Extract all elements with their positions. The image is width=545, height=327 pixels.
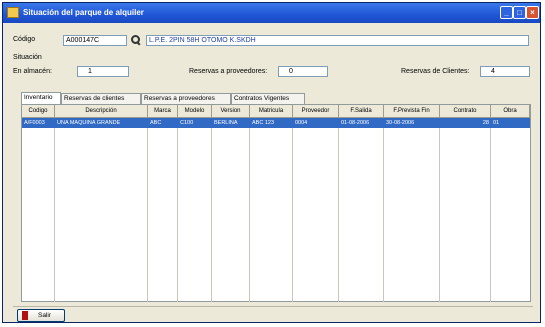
column-header-descripcion[interactable]: Descripción: [55, 105, 148, 118]
table-row[interactable]: A/F0003 UNA MAQUINA GRANDE ABC C100 BERL…: [22, 118, 530, 128]
column-header-marca[interactable]: Marca: [148, 105, 178, 118]
column-header-proveedor[interactable]: Proveedor: [293, 105, 339, 118]
tab-inventario[interactable]: Inventario: [21, 92, 61, 104]
en-almacen-label: En almacén:: [13, 68, 52, 75]
situacion-label: Situación: [13, 54, 42, 61]
cell-obra: 01: [493, 120, 500, 126]
cell-codigo: A/F0003: [24, 120, 45, 126]
tab-reservas-clientes[interactable]: Reservas de clientes: [61, 93, 141, 104]
main-window: Situación del parque de alquiler _ □ × C…: [2, 2, 541, 323]
close-icon[interactable]: ×: [526, 6, 539, 19]
cell-modelo: C100: [180, 120, 194, 126]
exit-button[interactable]: Salir: [17, 309, 65, 322]
title-bar[interactable]: Situación del parque de alquiler _ □ ×: [3, 3, 540, 23]
reservas-clientes-field: 4: [480, 66, 530, 77]
column-divider: [54, 128, 55, 302]
column-divider: [439, 128, 440, 302]
tab-reservas-proveedores[interactable]: Reservas a proveedores: [141, 93, 231, 104]
cell-contrato: 28: [482, 120, 489, 126]
minimize-icon[interactable]: _: [500, 6, 513, 19]
column-header-codigo[interactable]: Codigo: [22, 105, 55, 118]
search-icon[interactable]: [131, 35, 141, 46]
column-header-obra[interactable]: Obra: [491, 105, 530, 118]
maximize-icon[interactable]: □: [513, 6, 526, 19]
codigo-description-field: L.P.E. 2PIN 58H OTOMO K.SKDH: [146, 35, 529, 46]
codigo-input[interactable]: A000147C: [63, 35, 127, 46]
column-divider: [383, 128, 384, 302]
column-divider: [211, 128, 212, 302]
column-header-modelo[interactable]: Modelo: [178, 105, 212, 118]
cell-fsalida: 01-08-2006: [341, 120, 370, 126]
cell-marca: ABC: [150, 120, 162, 126]
column-header-contrato[interactable]: Contrato: [440, 105, 491, 118]
exit-button-label: Salir: [38, 312, 52, 319]
cell-fprevistafin: 30-08-2006: [386, 120, 415, 126]
cell-version: BERLINA: [214, 120, 238, 126]
reservas-proveedores-label: Reservas a proveedores:: [189, 68, 268, 75]
column-header-fprevistafin[interactable]: F.Prevista Fin: [384, 105, 440, 118]
app-icon: [7, 7, 19, 18]
inventory-grid: Codigo Descripción Marca Modelo Version …: [21, 104, 531, 302]
column-divider: [249, 128, 250, 302]
column-divider: [490, 128, 491, 302]
window-title: Situación del parque de alquiler: [23, 8, 144, 17]
grid-header: Codigo Descripción Marca Modelo Version …: [22, 105, 530, 118]
column-divider: [177, 128, 178, 302]
column-header-fsalida[interactable]: F.Salida: [339, 105, 384, 118]
cell-matricula: ABC 123: [252, 120, 275, 126]
codigo-label: Código: [13, 36, 36, 43]
exit-door-icon: [22, 311, 28, 320]
reservas-clientes-label: Reservas de Clientes:: [401, 68, 470, 75]
column-divider: [338, 128, 339, 302]
tab-contratos-vigentes[interactable]: Contratos Vigentes: [231, 93, 305, 104]
reservas-proveedores-field: 0: [278, 66, 328, 77]
column-divider: [292, 128, 293, 302]
en-almacen-field: 1: [77, 66, 129, 77]
cell-proveedor: 0004: [295, 120, 308, 126]
cell-descripcion: UNA MAQUINA GRANDE: [57, 120, 121, 126]
column-header-version[interactable]: Version: [212, 105, 250, 118]
column-header-matricula[interactable]: Matricula: [250, 105, 293, 118]
column-divider: [147, 128, 148, 302]
footer-divider: [13, 306, 533, 307]
